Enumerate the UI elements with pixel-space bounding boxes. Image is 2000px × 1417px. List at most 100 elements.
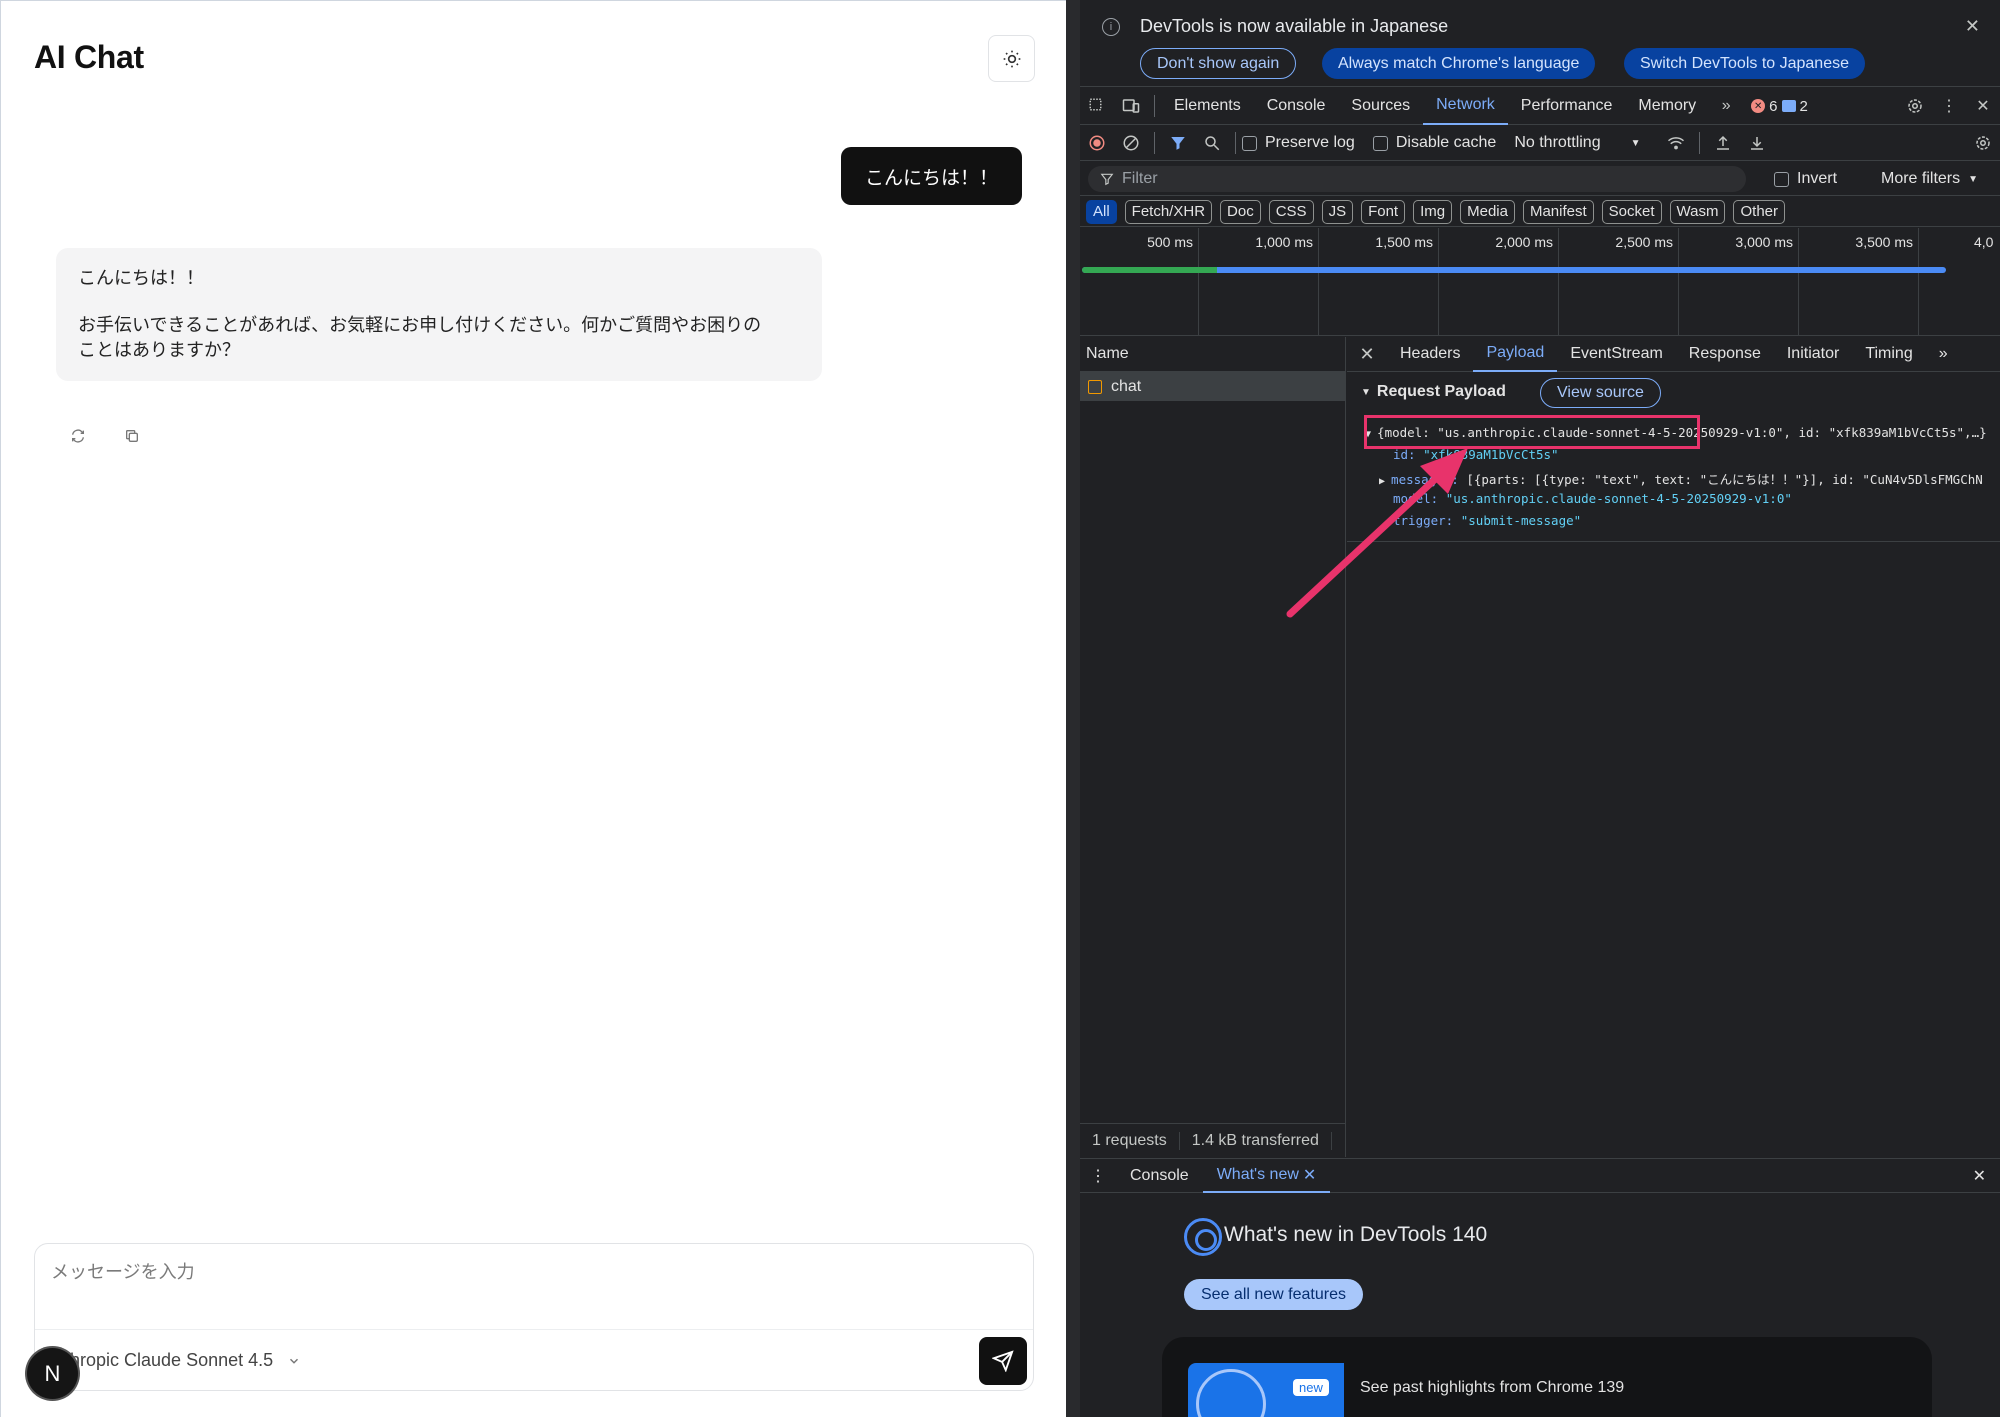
tab-sources[interactable]: Sources <box>1338 88 1423 125</box>
see-all-features-button[interactable]: See all new features <box>1184 1279 1363 1310</box>
type-all[interactable]: All <box>1086 199 1117 224</box>
assistant-message-bubble: こんにちは！！ お手伝いできることがあれば、お気軽にお申し付けください。何かご質… <box>56 248 822 381</box>
tab-elements[interactable]: Elements <box>1161 88 1254 125</box>
type-font[interactable]: Font <box>1361 199 1406 224</box>
tab-response[interactable]: Response <box>1676 337 1774 372</box>
theme-toggle-button[interactable] <box>988 35 1035 82</box>
close-detail-icon[interactable]: ✕ <box>1347 337 1387 372</box>
dont-show-again-button[interactable]: Don't show again <box>1140 48 1297 79</box>
request-payload-section: ▼ Request Payload View source ▼ {model: … <box>1347 373 2000 542</box>
new-badge: new <box>1293 1379 1329 1396</box>
switch-japanese-button[interactable]: Switch DevTools to Japanese <box>1624 48 1865 79</box>
disable-cache-checkbox[interactable]: Disable cache <box>1372 134 1497 152</box>
inspect-element-icon[interactable] <box>1080 88 1114 125</box>
request-row[interactable]: chat <box>1080 372 1345 401</box>
drawer-tab-whats-new[interactable]: What's new ✕ <box>1202 1159 1331 1193</box>
regenerate-icon[interactable] <box>69 427 87 445</box>
request-waiting-bar <box>1082 267 1217 273</box>
highlights-card[interactable]: new See past highlights from Chrome 139 <box>1162 1337 1932 1417</box>
more-filters-dropdown[interactable]: More filters ▼ <box>1881 170 1978 188</box>
message-input[interactable] <box>51 1262 951 1283</box>
copy-icon[interactable] <box>123 427 141 445</box>
close-drawer-icon[interactable]: ✕ <box>1959 1159 2000 1193</box>
close-devtools-icon[interactable]: ✕ <box>1966 88 2000 125</box>
preserve-log-checkbox[interactable]: Preserve log <box>1242 134 1355 152</box>
timeline-tick <box>1198 228 1199 336</box>
preserve-log-label: Preserve log <box>1265 134 1355 151</box>
close-tab-icon[interactable]: ✕ <box>1303 1165 1316 1185</box>
message-actions <box>69 427 141 445</box>
detail-tabs: ✕ Headers Payload EventStream Response I… <box>1347 337 2000 372</box>
issues-counter[interactable]: ✕ 6 2 <box>1751 98 1808 115</box>
view-source-button[interactable]: View source <box>1540 378 1661 408</box>
type-css[interactable]: CSS <box>1268 199 1314 224</box>
throttling-select[interactable]: No throttling ▼ <box>1514 134 1640 152</box>
disable-cache-label: Disable cache <box>1395 134 1497 151</box>
close-icon[interactable]: ✕ <box>1965 16 1980 37</box>
message-composer: thropic Claude Sonnet 4.5 <box>34 1243 1034 1391</box>
drawer-tab-console[interactable]: Console <box>1116 1159 1203 1193</box>
highlight-thumbnail: new <box>1188 1363 1344 1417</box>
send-button[interactable] <box>979 1337 1027 1385</box>
tab-performance[interactable]: Performance <box>1508 88 1626 125</box>
type-doc[interactable]: Doc <box>1220 199 1261 224</box>
network-settings-icon[interactable] <box>1966 126 2000 161</box>
tab-memory[interactable]: Memory <box>1625 88 1709 125</box>
invert-checkbox[interactable]: Invert <box>1774 170 1837 188</box>
payload-field-trigger: trigger: "submit-message" <box>1393 513 1581 528</box>
timeline-tick-label: 2,000 ms <box>1495 234 1553 250</box>
timeline-tick-label: 1,000 ms <box>1255 234 1313 250</box>
type-js[interactable]: JS <box>1321 199 1354 224</box>
payload-value: "xfk839aM1bVcCt5s" <box>1423 447 1559 462</box>
filter-placeholder: Filter <box>1122 170 1158 187</box>
filter-icon <box>1100 173 1114 186</box>
type-manifest[interactable]: Manifest <box>1522 199 1594 224</box>
tab-network[interactable]: Network <box>1423 88 1508 125</box>
name-column-header[interactable]: Name <box>1080 337 1345 372</box>
network-overview-timeline[interactable]: 500 ms 1,000 ms 1,500 ms 2,000 ms 2,500 … <box>1080 228 2000 336</box>
tab-eventstream[interactable]: EventStream <box>1557 337 1675 372</box>
devtools-splitter[interactable] <box>1066 0 1080 1417</box>
tab-payload[interactable]: Payload <box>1473 337 1558 372</box>
type-fetch-xhr[interactable]: Fetch/XHR <box>1124 199 1213 224</box>
timeline-tick-label: 3,000 ms <box>1735 234 1793 250</box>
type-other[interactable]: Other <box>1733 199 1785 224</box>
type-wasm[interactable]: Wasm <box>1669 199 1726 224</box>
filter-funnel-icon[interactable] <box>1161 126 1195 161</box>
request-payload-toggle[interactable]: ▼ Request Payload <box>1361 383 1506 401</box>
tab-headers[interactable]: Headers <box>1387 337 1473 372</box>
more-tabs-icon[interactable]: » <box>1709 88 1743 125</box>
request-name: chat <box>1111 377 1142 395</box>
kebab-menu-icon[interactable]: ⋮ <box>1932 88 1966 125</box>
model-name: thropic Claude Sonnet 4.5 <box>65 1350 274 1370</box>
payload-field-messages[interactable]: ▶ messages: [{parts: [{type: "text", tex… <box>1379 469 1983 488</box>
avatar[interactable]: N <box>27 1348 78 1399</box>
tab-initiator[interactable]: Initiator <box>1774 337 1852 372</box>
resource-type-filters: All Fetch/XHR Doc CSS JS Font Img Media … <box>1080 197 2000 227</box>
clear-icon[interactable] <box>1114 126 1148 161</box>
match-language-button[interactable]: Always match Chrome's language <box>1322 48 1596 79</box>
import-har-icon[interactable] <box>1706 126 1740 161</box>
network-conditions-icon[interactable] <box>1659 126 1693 161</box>
timeline-tick <box>1918 228 1919 336</box>
model-selector[interactable]: thropic Claude Sonnet 4.5 <box>65 1350 301 1371</box>
send-icon <box>992 1350 1014 1372</box>
payload-field-model: model: "us.anthropic.claude-sonnet-4-5-2… <box>1393 491 1792 506</box>
type-img[interactable]: Img <box>1413 199 1453 224</box>
more-detail-tabs-icon[interactable]: » <box>1926 337 1961 372</box>
type-media[interactable]: Media <box>1460 199 1515 224</box>
user-message-bubble: こんにちは！！ <box>841 147 1023 205</box>
tab-timing[interactable]: Timing <box>1852 337 1925 372</box>
type-socket[interactable]: Socket <box>1601 199 1662 224</box>
export-har-icon[interactable] <box>1740 126 1774 161</box>
drawer-menu-icon[interactable]: ⋮ <box>1080 1159 1116 1193</box>
search-icon[interactable] <box>1195 126 1229 161</box>
tab-console[interactable]: Console <box>1254 88 1339 125</box>
device-toolbar-icon[interactable] <box>1114 88 1148 125</box>
filter-input[interactable]: Filter <box>1088 166 1746 192</box>
assistant-message-line: お手伝いできることがあれば、お気軽にお申し付けください。何かご質問やお困りの <box>78 315 762 335</box>
record-stop-icon[interactable] <box>1080 126 1114 161</box>
infobar-message: DevTools is now available in Japanese <box>1140 16 1449 36</box>
message-count: 2 <box>1799 97 1808 115</box>
settings-gear-icon[interactable] <box>1898 88 1932 125</box>
